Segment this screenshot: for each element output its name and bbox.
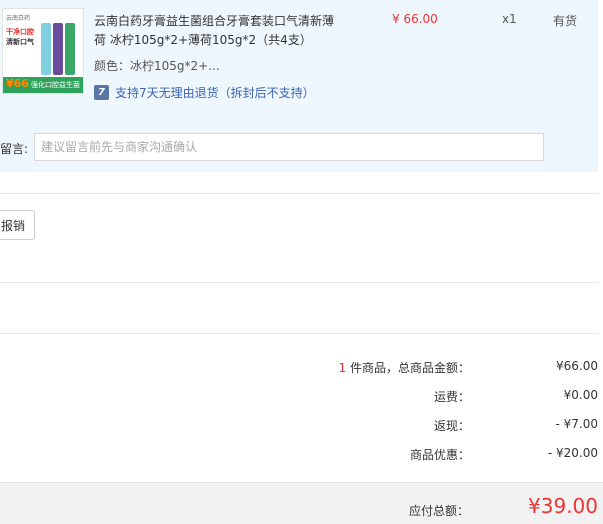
summary-shipping-row: 运费： ¥0.00 <box>0 388 598 408</box>
summary-cashback-row: 返现： - ¥7.00 <box>0 417 598 437</box>
quantity: x1 <box>502 12 517 26</box>
thumb-headline-2: 清新口气 <box>6 38 34 46</box>
toothpaste-tube-icon <box>53 23 63 75</box>
seven-day-return-icon: 7 <box>94 85 109 100</box>
discount-amount: - ¥20.00 <box>547 446 598 460</box>
message-label: 留言: <box>0 142 29 156</box>
product-title[interactable]: 云南白药牙膏益生菌组合牙膏套装口气清新薄荷 冰柠105g*2+薄荷105g*2（… <box>94 12 344 50</box>
color-spec: 颜色：冰柠105g*2+... <box>94 57 220 74</box>
thumb-headline-1: 干净口腔 <box>6 28 34 36</box>
summary-goods-row: 1 件商品，总商品金额： ¥66.00 <box>0 359 598 379</box>
thumb-price-tag: ¥66 <box>6 77 29 90</box>
shipping-label: 运费： <box>433 390 470 404</box>
cashback-label: 返现： <box>433 419 470 433</box>
goods-amount: ¥66.00 <box>556 359 598 373</box>
return-policy-text: 支持7天无理由退货（拆封后不支持） <box>115 86 315 100</box>
divider <box>0 282 598 283</box>
thumb-brand: 云南白药 <box>6 15 31 22</box>
return-policy[interactable]: 7 支持7天无理由退货（拆封后不支持） <box>94 84 315 101</box>
reimburse-button[interactable]: 报销 <box>0 210 35 240</box>
stock-status: 有货 <box>553 14 578 28</box>
goods-count: 1 <box>338 361 347 375</box>
goods-count-suffix: 件商品，总商品金额： <box>349 361 470 375</box>
divider <box>0 333 598 334</box>
shipping-amount: ¥0.00 <box>563 388 598 402</box>
message-input[interactable] <box>34 133 544 161</box>
total-label: 应付总额： <box>408 504 469 518</box>
cashback-amount: - ¥7.00 <box>555 417 599 431</box>
total-bar: 应付总额： ¥39.00 <box>0 482 603 524</box>
product-thumbnail[interactable]: 云南白药 干净口腔 清新口气 强化口腔益生菌 ¥66 <box>2 8 84 94</box>
total-amount: ¥39.00 <box>528 494 598 518</box>
discount-label: 商品优惠： <box>409 448 470 462</box>
toothpaste-tube-icon <box>41 23 51 75</box>
unit-price: ¥ 66.00 <box>392 12 438 26</box>
color-value: 冰柠105g*2+... <box>130 59 220 73</box>
toothpaste-tube-icon <box>65 23 75 75</box>
color-label: 颜色： <box>94 59 131 73</box>
goods-count-label: 1 件商品，总商品金额： <box>339 359 470 376</box>
divider <box>0 193 598 194</box>
order-item-panel: 云南白药 干净口腔 清新口气 强化口腔益生菌 ¥66 云南白药牙膏益生菌组合牙膏… <box>0 0 598 172</box>
summary-discount-row: 商品优惠： - ¥20.00 <box>0 446 598 466</box>
